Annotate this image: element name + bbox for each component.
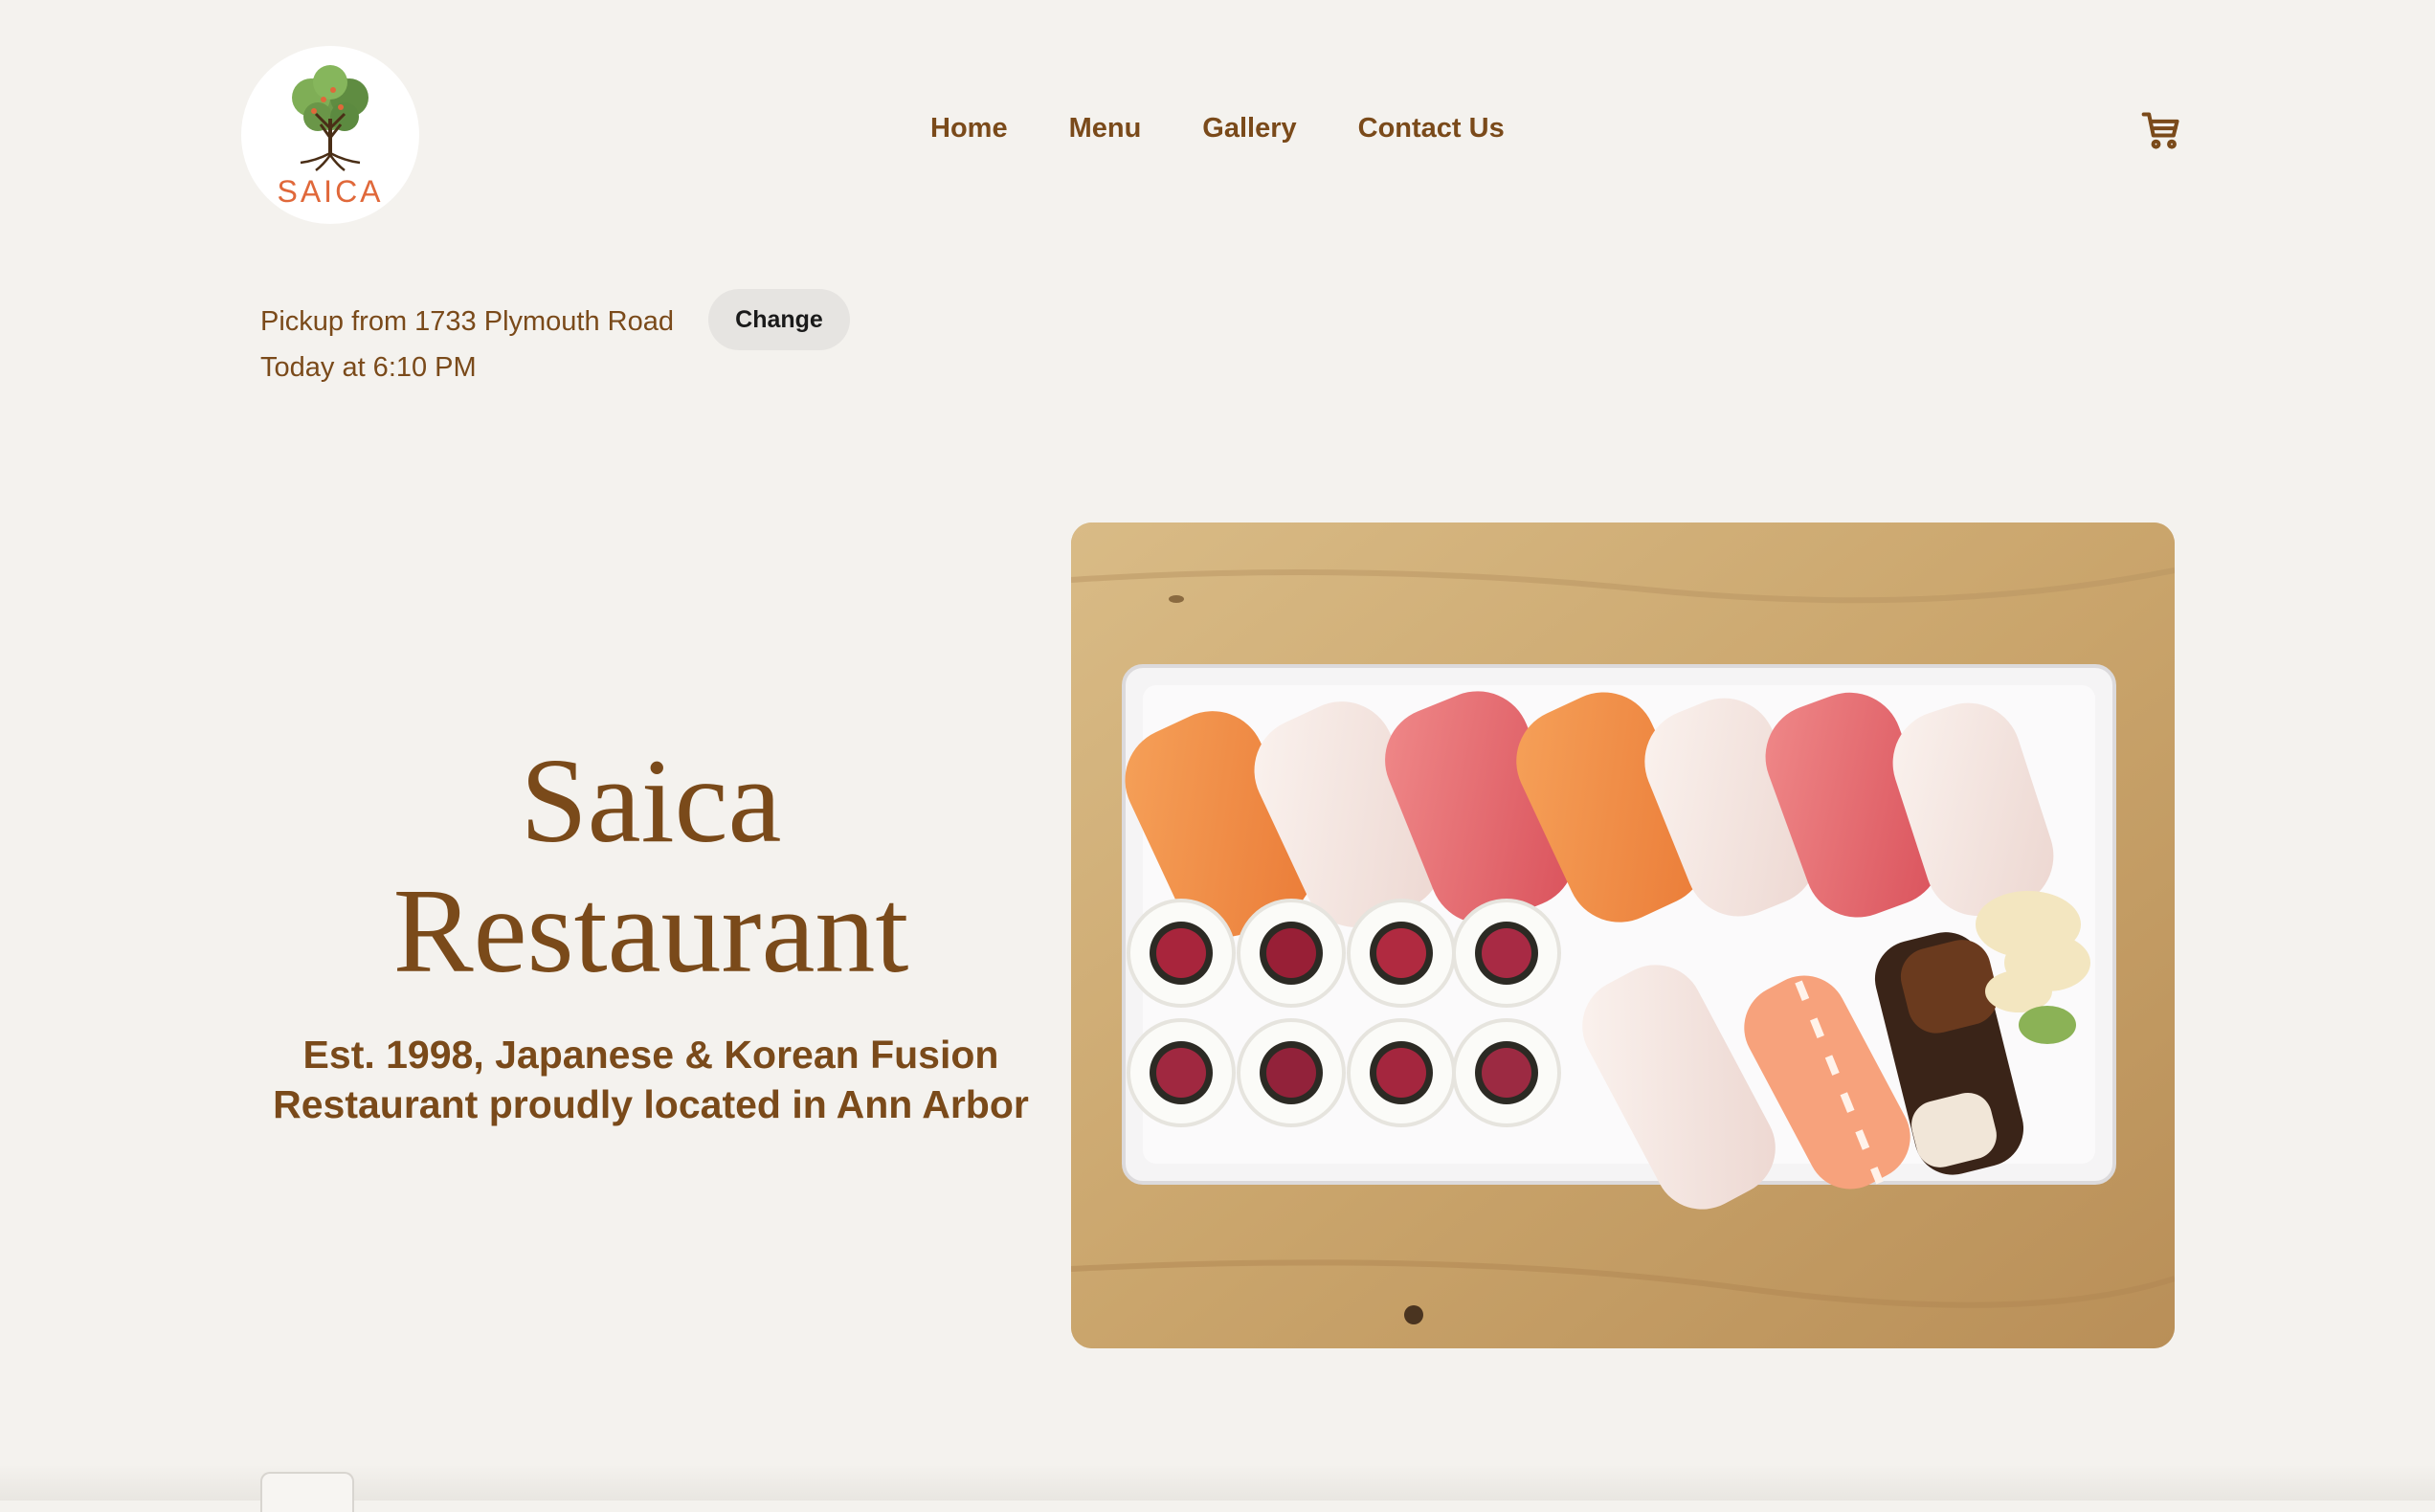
pickup-time: Today at 6:10 PM bbox=[260, 352, 477, 383]
hero-subtitle-line2: Restaurant proudly located in Ann Arbor bbox=[273, 1082, 1029, 1126]
nav-gallery[interactable]: Gallery bbox=[1202, 113, 1296, 145]
nav-menu[interactable]: Menu bbox=[1069, 113, 1142, 145]
main-nav: Home Menu Gallery Contact Us bbox=[930, 113, 1505, 145]
hero-subtitle: Est. 1998, Japanese & Korean Fusion Rest… bbox=[220, 1030, 1082, 1129]
sushi-platter-image bbox=[1071, 523, 2175, 1348]
hero-title-line2: Restaurant bbox=[392, 865, 909, 998]
bottom-scroll-tab[interactable] bbox=[260, 1472, 354, 1512]
pickup-location: Pickup from 1733 Plymouth Road bbox=[260, 306, 674, 337]
pickup-info: Pickup from 1733 Plymouth Road Today at … bbox=[260, 299, 674, 390]
hero-image bbox=[1071, 523, 2175, 1348]
hero-title-line1: Saica bbox=[520, 735, 782, 868]
hero-subtitle-line1: Est. 1998, Japanese & Korean Fusion bbox=[302, 1033, 999, 1077]
logo-text: SAICA bbox=[277, 173, 384, 209]
cart-button[interactable] bbox=[2140, 109, 2182, 151]
change-pickup-button[interactable]: Change bbox=[708, 289, 850, 350]
nav-contact-us[interactable]: Contact Us bbox=[1358, 113, 1505, 145]
nav-home[interactable]: Home bbox=[930, 113, 1008, 145]
saica-logo[interactable]: SAICA bbox=[241, 46, 419, 224]
tree-icon bbox=[292, 64, 369, 171]
cart-icon bbox=[2141, 112, 2179, 149]
bottom-fade bbox=[0, 1464, 2435, 1501]
hero-title: Saica Restaurant bbox=[220, 737, 1082, 997]
